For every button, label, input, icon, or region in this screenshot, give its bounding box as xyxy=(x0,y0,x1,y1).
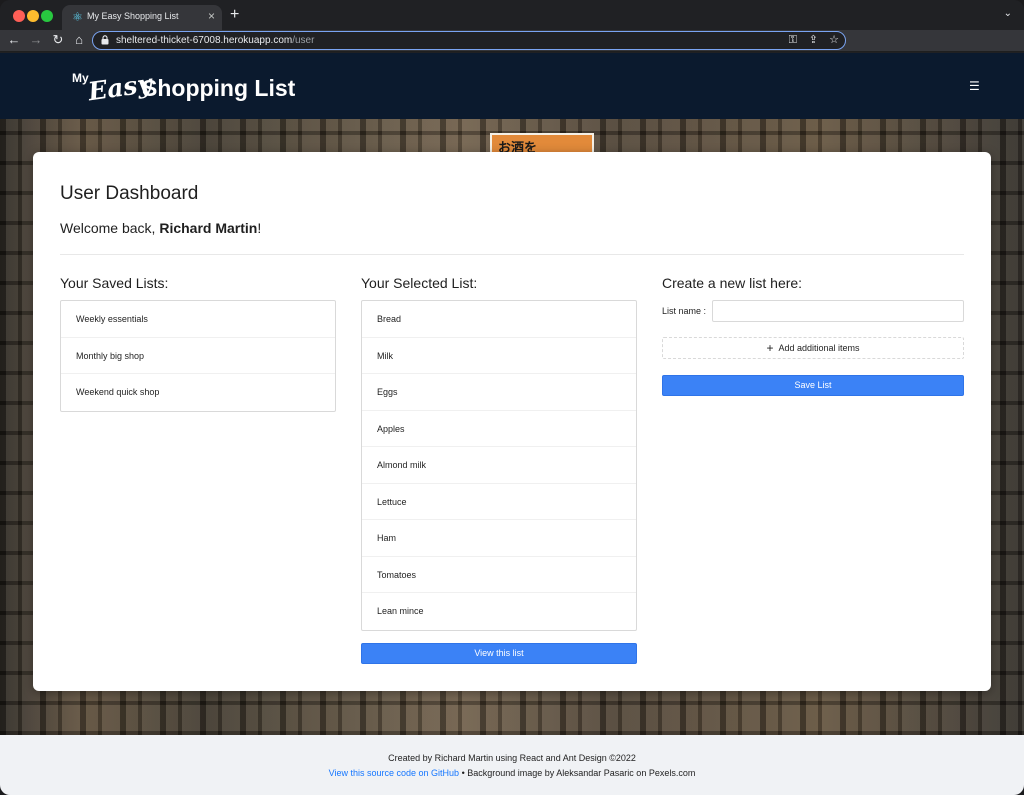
close-window-button[interactable] xyxy=(13,10,25,22)
divider xyxy=(60,254,964,255)
forward-arrow-icon[interactable]: → xyxy=(28,32,44,48)
key-icon[interactable]: ⚿ xyxy=(789,33,797,47)
list-item: Ham xyxy=(362,520,636,557)
save-list-button[interactable]: Save List xyxy=(662,375,964,396)
lock-icon xyxy=(101,35,109,45)
url-path: /user xyxy=(292,35,315,46)
add-items-label: Add additional items xyxy=(778,343,860,353)
welcome-prefix: Welcome back, xyxy=(60,220,160,236)
browser-window: ⚛ My Easy Shopping List × + ⌄ ← → ↻ ⌂ sh… xyxy=(0,0,1024,795)
selected-list-heading: Your Selected List: xyxy=(361,275,478,291)
list-item: Lettuce xyxy=(362,484,636,520)
selected-list: Bread Milk Eggs Apples Almond milk Lettu… xyxy=(361,300,637,631)
tab-close-icon[interactable]: × xyxy=(208,9,215,23)
logo-shopping-list: Shopping List xyxy=(142,75,296,101)
hamburger-menu-icon[interactable]: ☰ xyxy=(969,79,980,93)
saved-list-item[interactable]: Monthly big shop xyxy=(61,338,335,374)
list-item: Almond milk xyxy=(362,447,636,484)
list-item: Bread xyxy=(362,301,636,338)
web-page: My Easy Shopping List ☰ お酒を User Dashboa… xyxy=(0,53,1024,795)
new-tab-button[interactable]: + xyxy=(230,6,239,24)
share-icon[interactable]: ⇪ xyxy=(809,33,818,47)
list-name-label-text: List name xyxy=(662,306,702,316)
list-item: Milk xyxy=(362,338,636,374)
github-source-link[interactable]: View this source code on GitHub xyxy=(329,768,459,778)
user-name: Richard Martin xyxy=(159,220,258,236)
saved-list-item[interactable]: Weekly essentials xyxy=(61,301,335,338)
react-favicon-icon: ⚛ xyxy=(72,10,83,24)
list-item: Tomatoes xyxy=(362,557,636,593)
page-title: User Dashboard xyxy=(60,183,199,204)
add-items-button[interactable]: + Add additional items xyxy=(662,337,964,359)
url-text: sheltered-thicket-67008.herokuapp.com/us… xyxy=(116,35,314,46)
welcome-message: Welcome back, Richard Martin! xyxy=(60,220,261,236)
site-header: My Easy Shopping List ☰ xyxy=(0,53,1024,119)
tab-title: My Easy Shopping List xyxy=(87,11,179,21)
list-name-input[interactable] xyxy=(712,300,964,322)
dashboard-card: User Dashboard Welcome back, Richard Mar… xyxy=(33,152,991,691)
tab-strip: ⚛ My Easy Shopping List × + ⌄ xyxy=(0,0,1024,30)
bookmark-star-icon[interactable]: ☆ xyxy=(829,33,839,47)
site-footer: Created by Richard Martin using React an… xyxy=(0,735,1024,795)
back-arrow-icon[interactable]: ← xyxy=(6,32,22,48)
label-colon: : xyxy=(701,306,707,316)
saved-lists-heading: Your Saved Lists: xyxy=(60,275,169,291)
address-bar[interactable]: sheltered-thicket-67008.herokuapp.com/us… xyxy=(92,31,846,50)
footer-attribution: View this source code on GitHub • Backgr… xyxy=(0,768,1024,778)
view-list-button[interactable]: View this list xyxy=(361,643,637,664)
reload-icon[interactable]: ↻ xyxy=(50,32,66,48)
url-host: sheltered-thicket-67008.herokuapp.com xyxy=(116,35,293,46)
saved-lists: Weekly essentials Monthly big shop Weeke… xyxy=(60,300,336,412)
list-item: Eggs xyxy=(362,374,636,411)
welcome-suffix: ! xyxy=(257,220,262,236)
list-item: Lean mince xyxy=(377,606,424,616)
plus-icon: + xyxy=(766,341,774,355)
list-name-label: List name : xyxy=(662,306,706,316)
saved-list-item[interactable]: Weekend quick shop xyxy=(61,374,335,411)
footer-credit: Created by Richard Martin using React an… xyxy=(388,753,636,763)
maximize-window-button[interactable] xyxy=(41,10,53,22)
new-list-heading: Create a new list here: xyxy=(662,275,803,291)
list-item: Apples xyxy=(362,411,636,447)
browser-tab[interactable]: ⚛ My Easy Shopping List × xyxy=(62,5,222,30)
home-icon[interactable]: ⌂ xyxy=(71,32,87,48)
browser-toolbar: ← → ↻ ⌂ sheltered-thicket-67008.herokuap… xyxy=(0,30,1024,52)
tab-search-chevron-icon[interactable]: ⌄ xyxy=(1004,8,1012,19)
background-credit: • Background image by Aleksandar Pasaric… xyxy=(459,768,696,778)
minimize-window-button[interactable] xyxy=(27,10,39,22)
